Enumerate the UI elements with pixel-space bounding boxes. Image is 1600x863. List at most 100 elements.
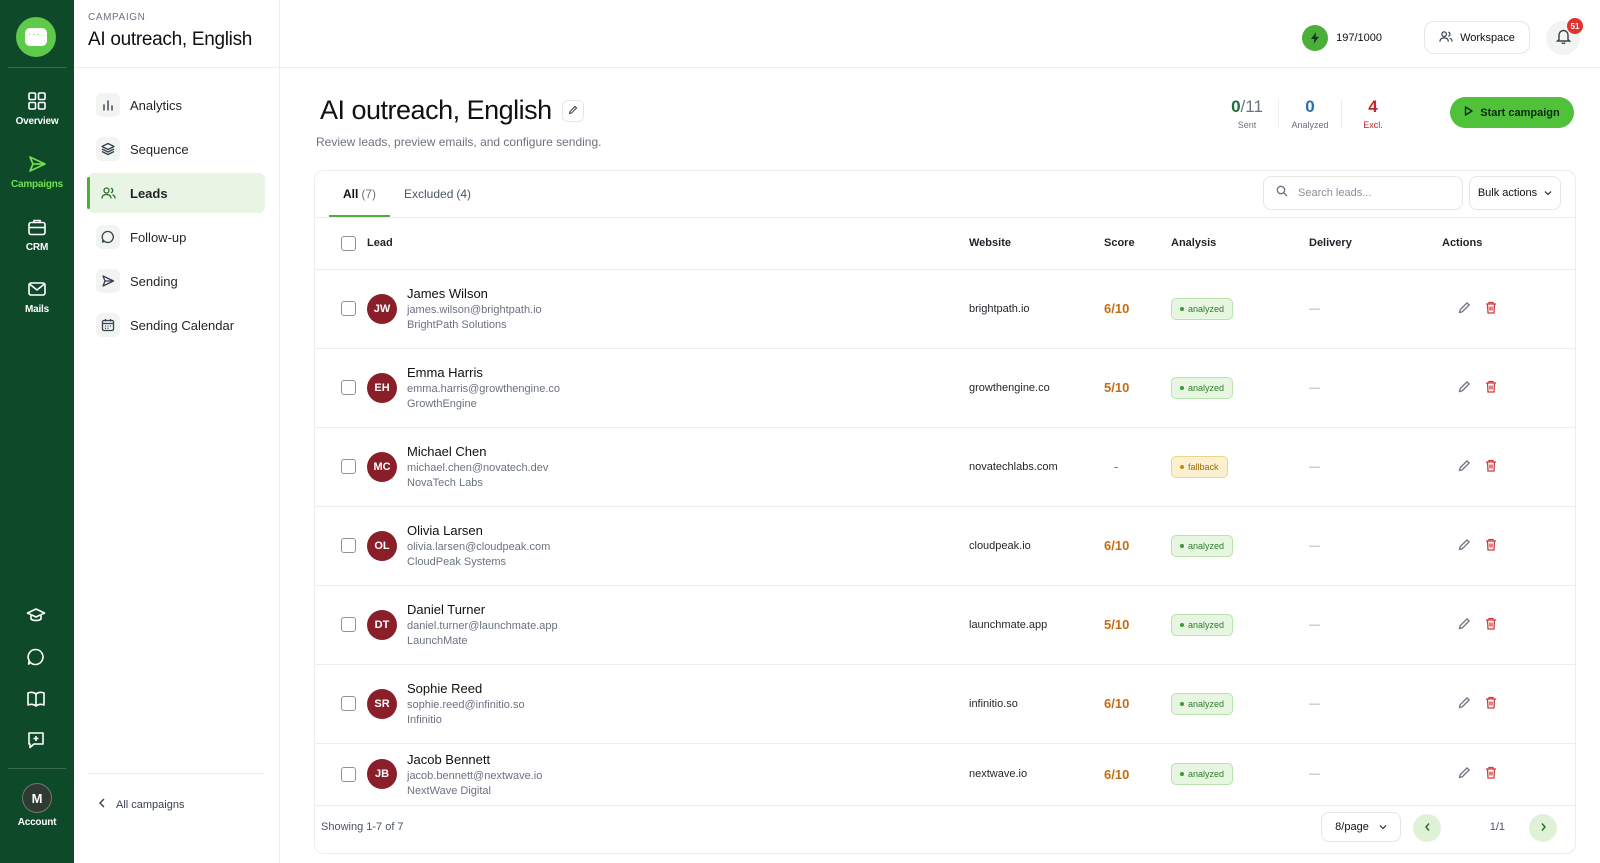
edit-icon[interactable] <box>1458 380 1471 396</box>
chevron-down-icon <box>1544 187 1552 199</box>
per-page-select[interactable]: 8/page <box>1321 812 1401 842</box>
table-row[interactable]: MC Michael Chen michael.chen@novatech.dev N… <box>315 427 1575 507</box>
row-checkbox[interactable] <box>341 766 356 782</box>
notification-badge: 51 <box>1567 18 1583 34</box>
lead-website: brightpath.io <box>969 269 1104 349</box>
notifications-button[interactable]: 51 <box>1546 18 1583 55</box>
lead-email: sophie.reed@infinitio.so <box>407 699 525 711</box>
select-all-checkbox[interactable] <box>341 235 356 251</box>
feedback-icon[interactable] <box>24 728 48 752</box>
table-row[interactable]: OL Olivia Larsen olivia.larsen@cloudpeak.c… <box>315 506 1575 586</box>
rail-item-overview[interactable]: Overview <box>0 90 74 127</box>
sidebar-title: AI outreach, English <box>88 29 253 50</box>
row-checkbox[interactable] <box>341 696 356 711</box>
tab-excluded[interactable]: Excluded (4) <box>390 171 485 217</box>
table-row[interactable]: JB Jacob Bennett jacob.bennett@nextwave.io… <box>315 743 1575 806</box>
trash-icon[interactable] <box>1485 617 1497 633</box>
edit-icon[interactable] <box>1458 459 1471 475</box>
rail-item-crm[interactable]: CRM <box>0 216 74 253</box>
row-checkbox[interactable] <box>341 617 356 632</box>
sidebar-item-label: Sequence <box>130 141 189 157</box>
analyzed-label: Analyzed <box>1291 120 1329 130</box>
trash-icon[interactable] <box>1485 380 1497 396</box>
column-header-analysis: Analysis <box>1171 218 1309 270</box>
table-row[interactable]: JW James Wilson james.wilson@brightpath.io… <box>315 269 1575 349</box>
edit-icon[interactable] <box>1458 538 1471 554</box>
rail-item-label: Account <box>17 817 57 828</box>
lead-company: CloudPeak Systems <box>407 556 507 568</box>
graduation-cap-icon[interactable] <box>24 603 48 627</box>
send-icon <box>26 153 48 175</box>
start-campaign-label: Start campaign <box>1480 106 1560 119</box>
briefcase-icon <box>26 216 48 238</box>
lead-email: james.wilson@brightpath.io <box>407 304 542 316</box>
sidebar-item-label: Leads <box>130 185 168 201</box>
lead-name: James Wilson <box>407 286 488 301</box>
page-title: AI outreach, English <box>320 95 552 125</box>
tab-count: (4) <box>456 187 472 201</box>
showing-count: Showing 1-7 of 7 <box>321 821 404 833</box>
row-checkbox[interactable] <box>341 301 356 316</box>
sidebar-eyebrow: CAMPAIGN <box>88 12 146 23</box>
credits-indicator[interactable]: 197/1000 <box>1302 23 1382 53</box>
edit-icon[interactable] <box>1458 766 1471 782</box>
lead-company: NovaTech Labs <box>407 477 483 489</box>
search-input[interactable] <box>1298 187 1448 199</box>
app-logo[interactable] <box>16 17 56 57</box>
edit-icon[interactable] <box>1458 617 1471 633</box>
edit-icon[interactable] <box>1458 301 1471 317</box>
book-icon[interactable] <box>24 687 48 711</box>
chat-bubble-icon[interactable] <box>24 645 48 669</box>
edit-icon[interactable] <box>1458 696 1471 712</box>
status-badge-label: fallback <box>1188 461 1219 472</box>
rail-item-campaigns[interactable]: Campaigns <box>0 153 74 190</box>
rail-item-account[interactable]: M Account <box>0 783 74 828</box>
sent-value: 0 <box>1231 97 1241 116</box>
all-campaigns-link[interactable]: All campaigns <box>98 798 184 811</box>
trash-icon[interactable] <box>1485 301 1497 317</box>
sidebar-item-sequence[interactable]: Sequence <box>88 129 265 169</box>
lead-score: 6/10 <box>1104 301 1130 316</box>
account-avatar: M <box>22 783 52 813</box>
status-badge: analyzed <box>1171 297 1234 320</box>
trash-icon[interactable] <box>1485 766 1497 782</box>
sidebar-item-leads[interactable]: Leads <box>87 173 265 213</box>
sidebar-item-follow-up[interactable]: Follow-up <box>88 217 265 257</box>
prev-page-button[interactable] <box>1413 814 1441 842</box>
rail-item-mails[interactable]: Mails <box>0 278 74 315</box>
row-checkbox[interactable] <box>341 538 356 553</box>
column-header-lead: Lead <box>367 218 969 270</box>
lead-company: Infinitio <box>407 714 442 726</box>
start-campaign-button[interactable]: Start campaign <box>1450 97 1574 128</box>
message-circle-icon <box>96 225 120 249</box>
lead-website: cloudpeak.io <box>969 506 1104 586</box>
lead-name: Emma Harris <box>407 365 483 380</box>
trash-icon[interactable] <box>1485 696 1497 712</box>
table-row[interactable]: EH Emma Harris emma.harris@growthengine.co… <box>315 348 1575 428</box>
workspace-button[interactable]: Workspace <box>1424 21 1530 54</box>
delivery-status: — <box>1309 460 1320 473</box>
tab-all[interactable]: All (7) <box>329 171 391 217</box>
sidebar-item-sending[interactable]: Sending <box>88 261 265 301</box>
lead-email: emma.harris@growthengine.co <box>407 383 561 395</box>
trash-icon[interactable] <box>1485 459 1497 475</box>
table-row[interactable]: DT Daniel Turner daniel.turner@launchmate.… <box>315 585 1575 665</box>
lead-name: Sophie Reed <box>407 681 483 696</box>
row-checkbox[interactable] <box>341 380 356 395</box>
trash-icon[interactable] <box>1485 538 1497 554</box>
sidebar-item-analytics[interactable]: Analytics <box>88 85 265 125</box>
row-checkbox[interactable] <box>341 459 356 474</box>
table-row[interactable]: SR Sophie Reed sophie.reed@infinitio.so Inf… <box>315 664 1575 744</box>
lead-email: jacob.bennett@nextwave.io <box>407 769 543 782</box>
edit-title-button[interactable] <box>561 99 584 122</box>
lightning-icon <box>1302 25 1329 51</box>
next-page-button[interactable] <box>1529 814 1557 842</box>
page-indicator: 1/1 <box>1489 821 1505 833</box>
top-bar: 197/1000 Workspace 51 <box>280 0 1600 68</box>
table-footer: Showing 1-7 of 7 8/page 1/1 <box>315 803 1575 853</box>
bulk-actions-button[interactable]: Bulk actions <box>1469 176 1561 210</box>
sidebar-item-sending-calendar[interactable]: Sending Calendar <box>88 305 265 345</box>
lead-website: infinitio.so <box>969 664 1104 744</box>
search-box <box>1263 176 1463 210</box>
lead-email: daniel.turner@launchmate.app <box>407 620 558 632</box>
